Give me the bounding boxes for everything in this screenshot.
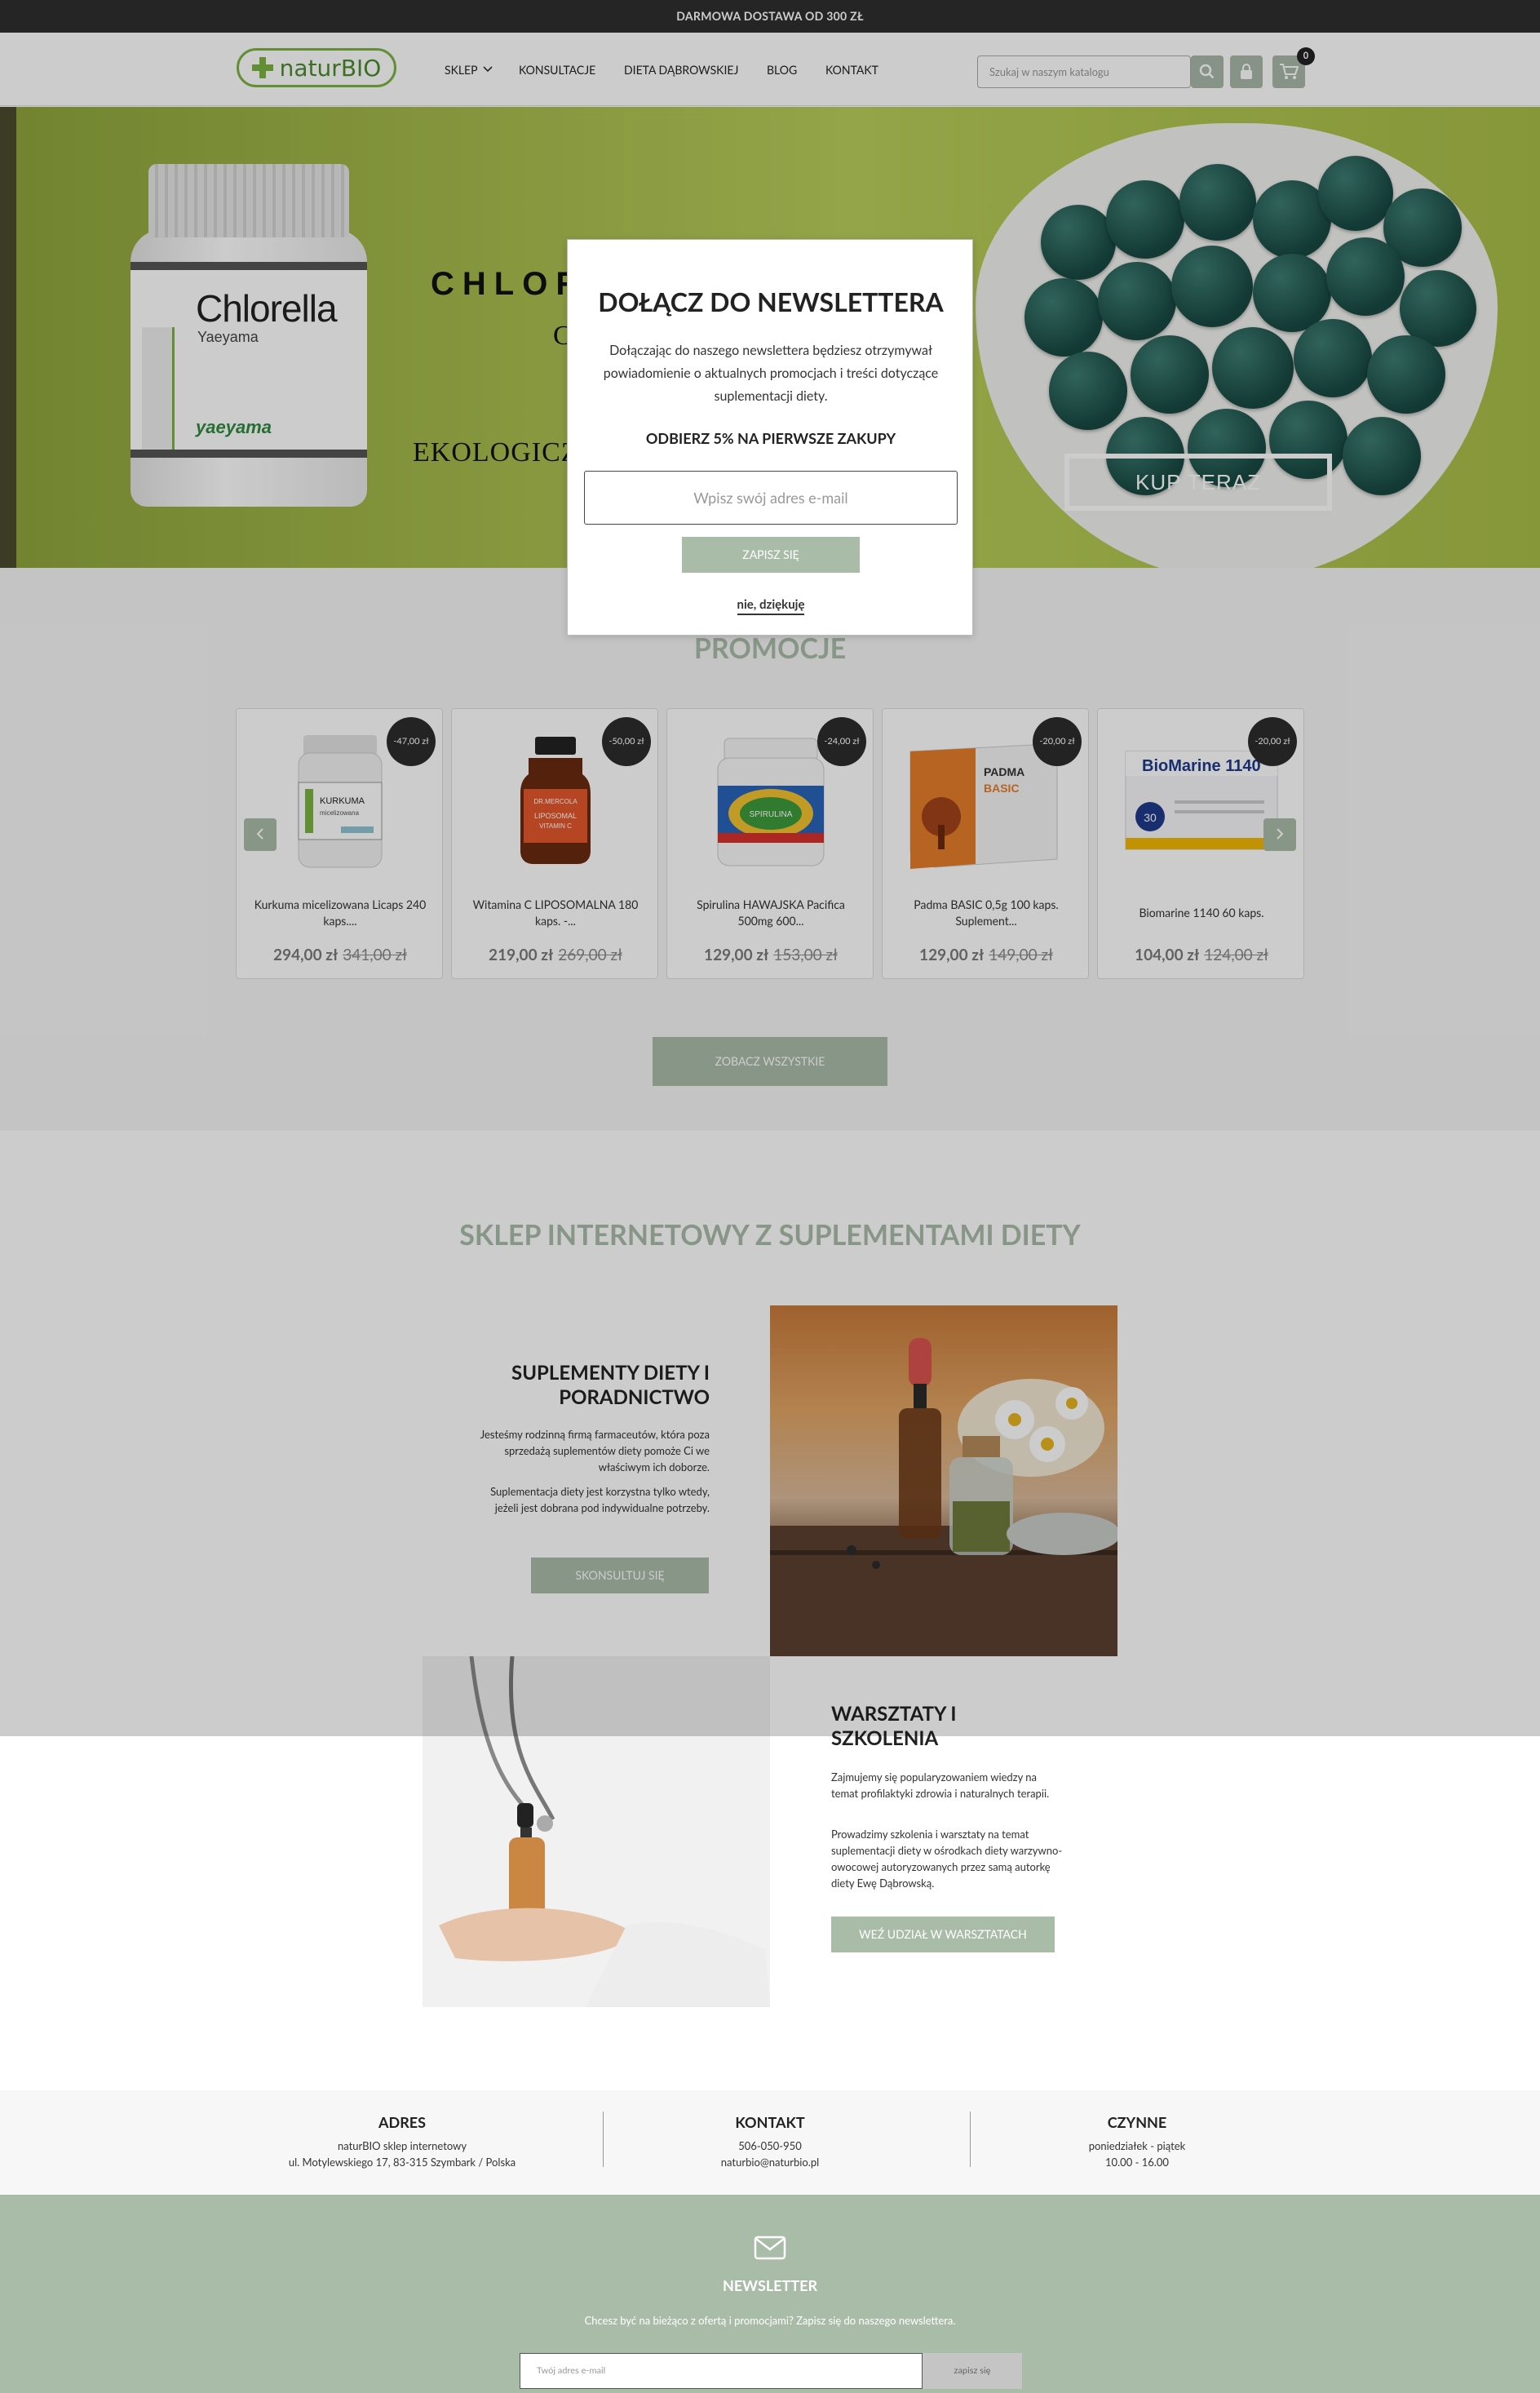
info-address-line1: naturBIO sklep internetowy bbox=[337, 2139, 467, 2152]
newsletter-modal: DOŁĄCZ DO NEWSLETTERA Dołączając do nasz… bbox=[567, 239, 973, 636]
workshops-text-1: Zajmujemy się popularyzowaniem wiedzy na… bbox=[831, 1770, 1050, 1800]
modal-submit-button[interactable]: ZAPISZ SIĘ bbox=[682, 537, 860, 573]
newsletter-email-input[interactable]: Twój adres e-mail bbox=[520, 2353, 923, 2389]
modal-decline-link[interactable]: nie, dziękuję bbox=[568, 597, 974, 615]
workshops-text-2: Prowadzimy szkolenia i warsztaty na tema… bbox=[831, 1828, 1063, 1890]
info-hours-time: 10.00 - 16.00 bbox=[1105, 2156, 1169, 2169]
info-phone[interactable]: 506-050-950 bbox=[586, 2138, 954, 2154]
modal-promo: ODBIERZ 5% NA PIERWSZE ZAKUPY bbox=[645, 429, 896, 447]
modal-email-input[interactable]: Wpisz swój adres e-mail bbox=[584, 471, 958, 525]
newsletter-text: Chcesz być na bieżąco z ofertą i promocj… bbox=[584, 2314, 956, 2327]
info-contact: KONTAKT 506-050-950 naturbio@naturbio.pl bbox=[586, 2090, 954, 2195]
info-address: ADRES naturBIO sklep internetowy ul. Mot… bbox=[219, 2090, 586, 2195]
info-hours-title: CZYNNE bbox=[1107, 2113, 1167, 2131]
info-contact-title: KONTAKT bbox=[735, 2113, 805, 2131]
info-hours-days: poniedziałek - piątek bbox=[1088, 2139, 1186, 2152]
info-address-title: ADRES bbox=[378, 2113, 426, 2131]
newsletter-title: NEWSLETTER bbox=[722, 2276, 818, 2294]
modal-text: Dołączając do naszego newslettera będzie… bbox=[603, 343, 939, 404]
newsletter-submit-button[interactable]: zapisz się bbox=[923, 2353, 1022, 2389]
info-address-line2: ul. Motylewskiego 17, 83-315 Szymbark / … bbox=[288, 2156, 516, 2169]
modal-decline-label: nie, dziękuję bbox=[737, 597, 805, 615]
envelope-icon bbox=[754, 2236, 786, 2260]
info-email[interactable]: naturbio@naturbio.pl bbox=[586, 2154, 954, 2170]
modal-title: DOŁĄCZ DO NEWSLETTERA bbox=[598, 286, 944, 317]
workshops-button[interactable]: WEŹ UDZIAŁ W WARSZTATACH bbox=[831, 1917, 1055, 1952]
info-hours: CZYNNE poniedziałek - piątek 10.00 - 16.… bbox=[954, 2090, 1321, 2195]
contact-info-bar: ADRES naturBIO sklep internetowy ul. Mot… bbox=[0, 2090, 1540, 2195]
